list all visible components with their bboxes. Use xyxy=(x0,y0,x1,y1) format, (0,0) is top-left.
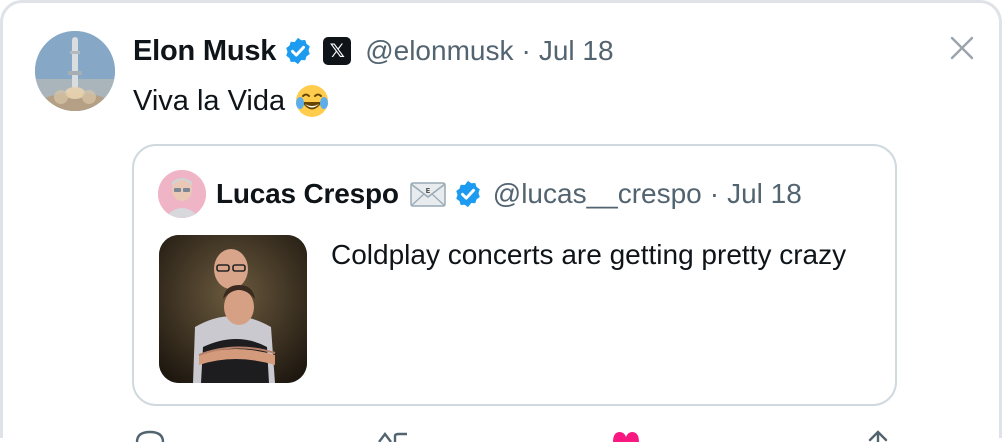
share-icon[interactable] xyxy=(865,429,891,444)
retweet-icon[interactable] xyxy=(373,429,413,443)
quoted-tweet[interactable]: Lucas Crespo E @lucas__crespo · Jul 18 C… xyxy=(132,144,897,406)
close-icon[interactable] xyxy=(947,33,977,63)
tweet-header: Elon Musk 𝕏 @elonmusk · Jul 18 xyxy=(133,31,614,71)
quoted-tweet-date[interactable]: Jul 18 xyxy=(727,178,802,210)
verified-badge-icon xyxy=(283,36,313,66)
tweet-date[interactable]: Jul 18 xyxy=(539,35,614,67)
quoted-author-avatar[interactable] xyxy=(158,170,206,218)
concert-photo-image xyxy=(159,235,307,383)
rocket-launch-image xyxy=(35,31,115,111)
x-logo-icon: 𝕏 xyxy=(323,37,352,65)
envelope-emoji-icon: E xyxy=(409,180,447,208)
tweet-text-row: Viva la Vida xyxy=(133,83,330,119)
tears-of-joy-emoji-icon xyxy=(294,83,330,119)
verified-badge-icon xyxy=(453,179,483,209)
author-handle[interactable]: @elonmusk xyxy=(365,35,513,67)
author-avatar[interactable] xyxy=(35,31,115,111)
quoted-avatar-image xyxy=(158,170,206,218)
svg-text:E: E xyxy=(425,187,430,195)
tweet-actions xyxy=(3,429,1002,444)
quoted-media-thumbnail[interactable] xyxy=(159,235,307,383)
like-icon[interactable] xyxy=(609,429,643,442)
separator-dot: · xyxy=(709,178,720,209)
tweet-card: Elon Musk 𝕏 @elonmusk · Jul 18 Viva la V… xyxy=(0,0,1002,444)
quoted-author-name[interactable]: Lucas Crespo xyxy=(216,178,399,210)
reply-icon[interactable] xyxy=(133,429,167,443)
quoted-tweet-header: Lucas Crespo E @lucas__crespo · Jul 18 xyxy=(216,174,802,214)
tweet-text: Viva la Vida xyxy=(133,84,286,117)
author-name[interactable]: Elon Musk xyxy=(133,35,276,68)
quoted-tweet-text: Coldplay concerts are getting pretty cra… xyxy=(331,239,847,270)
separator-dot: · xyxy=(521,35,531,66)
quoted-author-handle[interactable]: @lucas__crespo xyxy=(493,178,702,210)
